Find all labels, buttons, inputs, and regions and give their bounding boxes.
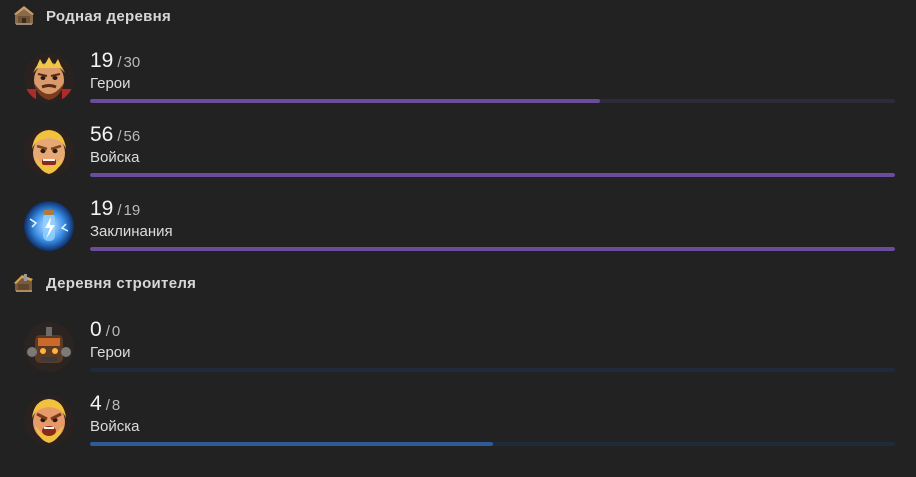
raged-barbarian-avatar xyxy=(24,396,74,446)
section-header-builder-base: Деревня строителя xyxy=(12,270,196,296)
barbarian-avatar xyxy=(24,127,74,177)
separator: / xyxy=(105,323,110,340)
total-value: 19 xyxy=(123,202,141,219)
hero-count: 19/30 xyxy=(90,49,140,73)
lightning-spell-avatar xyxy=(24,201,74,251)
progress-row-heroes: 19/30 Герои xyxy=(24,49,896,109)
separator: / xyxy=(105,397,110,414)
current-value: 19 xyxy=(90,197,114,220)
total-value: 30 xyxy=(123,54,141,71)
separator: / xyxy=(117,54,122,71)
progress-fill xyxy=(90,99,600,103)
current-value: 19 xyxy=(90,49,114,72)
troop-count: 4/8 xyxy=(90,392,120,416)
barbarian-king-avatar xyxy=(24,53,74,103)
row-label: Войска xyxy=(90,149,140,166)
separator: / xyxy=(117,202,122,219)
section-title: Деревня строителя xyxy=(46,274,197,292)
troop-count: 56/56 xyxy=(90,123,140,147)
total-value: 8 xyxy=(111,397,121,414)
current-value: 56 xyxy=(90,123,114,146)
progress-fill xyxy=(90,173,895,177)
progress-fill xyxy=(90,442,493,446)
current-value: 0 xyxy=(90,318,102,341)
spell-count: 19/19 xyxy=(90,197,140,221)
current-value: 4 xyxy=(90,392,102,415)
row-label: Войска xyxy=(90,418,140,435)
progress-row-heroes: 0/0 Герои xyxy=(24,318,896,378)
progress-track xyxy=(90,368,895,372)
section-title: Родная деревня xyxy=(46,7,172,25)
total-value: 0 xyxy=(111,323,121,340)
separator: / xyxy=(117,128,122,145)
progress-row-troops: 4/8 Войска xyxy=(24,392,896,452)
total-value: 56 xyxy=(123,128,141,145)
battle-machine-avatar xyxy=(24,322,74,372)
row-label: Герои xyxy=(90,75,131,92)
home-village-icon xyxy=(12,4,36,28)
builder-base-icon xyxy=(12,271,36,295)
progress-track xyxy=(90,173,895,177)
progress-fill xyxy=(90,247,895,251)
progress-panel: Родная деревня 19/30 Герои 56 / 56 Войск… xyxy=(0,0,916,477)
hero-count: 0/0 xyxy=(90,318,120,342)
progress-track xyxy=(90,99,895,103)
section-header-home-village: Родная деревня xyxy=(12,3,171,29)
row-label: Герои xyxy=(90,344,131,361)
progress-row-spells: 19/19 Заклинания xyxy=(24,197,896,257)
progress-track xyxy=(90,442,895,446)
row-label: Заклинания xyxy=(90,223,173,240)
progress-track xyxy=(90,247,895,251)
progress-row-troops: 56/56 Войска xyxy=(24,123,896,183)
